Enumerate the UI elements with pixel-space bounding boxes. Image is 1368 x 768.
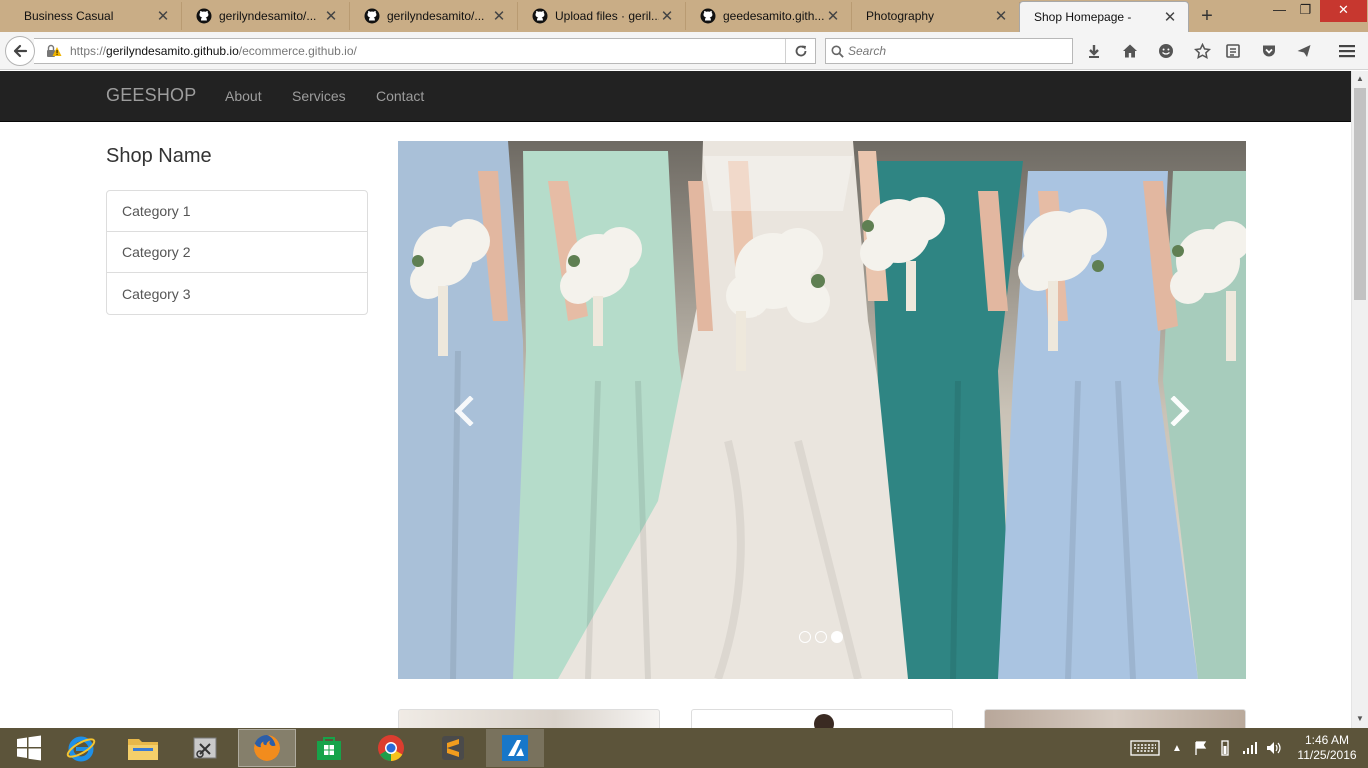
tab-upload-files[interactable]: Upload files · geril... ✕: [518, 2, 686, 30]
tab-business-casual[interactable]: Business Casual ✕: [10, 2, 182, 30]
network-signal-icon[interactable]: [1240, 728, 1260, 768]
windows-store-icon[interactable]: [300, 729, 358, 767]
tab-title: Upload files · geril...: [555, 9, 659, 23]
keyboard-icon[interactable]: [1128, 728, 1162, 768]
tab-title: gerilyndesamito/...: [219, 9, 317, 23]
chrome-icon[interactable]: [362, 729, 420, 767]
web-page: GEESHOP About Services Contact Shop Name…: [0, 71, 1351, 728]
tab-title: Shop Homepage -: [1034, 10, 1132, 24]
category-item-1[interactable]: Category 1: [107, 191, 367, 232]
nav-link-services[interactable]: Services: [292, 88, 346, 104]
windows-taskbar: ▲ 1:46 AM 11/25/2016: [0, 728, 1368, 768]
github-icon: [700, 8, 716, 24]
tab-github-1[interactable]: gerilyndesamito/... ✕: [182, 2, 350, 30]
menu-icon[interactable]: [1337, 41, 1357, 61]
tab-geedesamito[interactable]: geedesamito.gith... ✕: [686, 2, 852, 30]
firefox-icon[interactable]: [238, 729, 296, 767]
carousel-indicator-2[interactable]: [815, 631, 827, 643]
tab-github-2[interactable]: gerilyndesamito/... ✕: [350, 2, 518, 30]
sublime-text-icon[interactable]: [424, 729, 482, 767]
show-hidden-icons-icon[interactable]: ▲: [1170, 728, 1184, 768]
carousel-indicators: [799, 631, 843, 643]
lock-warning-icon[interactable]: [42, 44, 66, 58]
clock-time: 1:46 AM: [1304, 733, 1350, 747]
url-bar[interactable]: https://gerilyndesamito.github.io/ecomme…: [34, 38, 816, 64]
site-brand[interactable]: GEESHOP: [106, 85, 196, 106]
close-icon[interactable]: ✕: [491, 7, 507, 25]
hello-chat-icon[interactable]: [1156, 41, 1176, 61]
github-icon: [196, 8, 212, 24]
close-icon[interactable]: ✕: [155, 7, 171, 25]
product-thumbnail-2[interactable]: [691, 709, 953, 728]
tab-title: gerilyndesamito/...: [387, 9, 485, 23]
scroll-up-arrow-icon[interactable]: ▲: [1352, 71, 1368, 87]
category-list: Category 1 Category 2 Category 3: [106, 190, 368, 315]
close-icon[interactable]: ✕: [1162, 8, 1178, 26]
new-tab-button[interactable]: +: [1196, 4, 1218, 28]
url-scheme: https://: [70, 44, 107, 58]
snipping-tool-icon[interactable]: [176, 729, 234, 767]
volume-icon[interactable]: [1264, 728, 1284, 768]
download-icon[interactable]: [1084, 41, 1104, 61]
scroll-down-arrow-icon[interactable]: ▼: [1352, 711, 1368, 727]
bridal-party-photo: [398, 141, 1246, 679]
azure-icon[interactable]: [486, 729, 544, 767]
site-navbar: GEESHOP About Services Contact: [0, 71, 1351, 122]
carousel-prev-button[interactable]: [444, 391, 484, 431]
reload-icon[interactable]: [785, 39, 815, 63]
arrow-left-icon: [13, 44, 28, 58]
power-icon[interactable]: [1216, 728, 1234, 768]
tab-photography[interactable]: Photography ✕: [852, 2, 1020, 30]
nav-link-contact[interactable]: Contact: [376, 88, 424, 104]
windows-start-icon[interactable]: [0, 729, 58, 767]
browser-tab-strip: Business Casual ✕ gerilyndesamito/... ✕ …: [0, 0, 1368, 32]
browser-navbar: https://gerilyndesamito.github.io/ecomme…: [0, 32, 1368, 70]
chevron-left-icon: [454, 396, 474, 426]
reading-list-icon[interactable]: [1223, 41, 1243, 61]
chevron-right-icon: [1170, 396, 1190, 426]
clock-date: 11/25/2016: [1297, 748, 1357, 762]
close-icon[interactable]: ✕: [323, 7, 339, 25]
window-close-button[interactable]: ✕: [1320, 0, 1367, 22]
minimize-button[interactable]: —: [1266, 0, 1293, 22]
internet-explorer-icon[interactable]: [52, 729, 110, 767]
action-center-flag-icon[interactable]: [1193, 728, 1209, 768]
scrollbar-thumb[interactable]: [1354, 88, 1366, 300]
tab-title: Photography: [866, 9, 935, 23]
nav-link-about[interactable]: About: [225, 88, 262, 104]
close-icon[interactable]: ✕: [993, 7, 1009, 25]
search-placeholder: Search: [848, 44, 887, 58]
restore-button[interactable]: ❐: [1292, 0, 1319, 22]
url-host: gerilyndesamito.github.io: [106, 44, 239, 58]
file-explorer-icon[interactable]: [114, 729, 172, 767]
carousel-next-button[interactable]: [1160, 391, 1200, 431]
url-path: /ecommerce.github.io/: [238, 44, 357, 58]
search-icon: [826, 45, 848, 58]
bookmark-star-icon[interactable]: [1192, 41, 1212, 61]
product-thumbnail-1[interactable]: [398, 709, 660, 728]
category-item-3[interactable]: Category 3: [107, 273, 367, 314]
system-clock[interactable]: 1:46 AM 11/25/2016: [1290, 733, 1364, 763]
shop-name-heading: Shop Name: [106, 145, 212, 167]
page-scrollbar[interactable]: ▲ ▼: [1351, 71, 1368, 728]
search-input[interactable]: Search: [825, 38, 1073, 64]
back-button[interactable]: [5, 36, 35, 66]
pocket-icon[interactable]: [1259, 41, 1279, 61]
share-icon[interactable]: [1294, 41, 1314, 61]
tab-title: geedesamito.gith...: [723, 9, 825, 23]
category-item-2[interactable]: Category 2: [107, 232, 367, 273]
image-carousel[interactable]: [398, 141, 1246, 679]
tab-shop-homepage[interactable]: Shop Homepage - ✕: [1019, 1, 1189, 32]
close-icon[interactable]: ✕: [825, 7, 841, 25]
home-icon[interactable]: [1120, 41, 1140, 61]
carousel-indicator-3[interactable]: [831, 631, 843, 643]
close-icon[interactable]: ✕: [659, 7, 675, 25]
carousel-indicator-1[interactable]: [799, 631, 811, 643]
product-thumbnail-3[interactable]: [984, 709, 1246, 728]
github-icon: [532, 8, 548, 24]
tab-title: Business Casual: [24, 9, 114, 23]
github-icon: [364, 8, 380, 24]
